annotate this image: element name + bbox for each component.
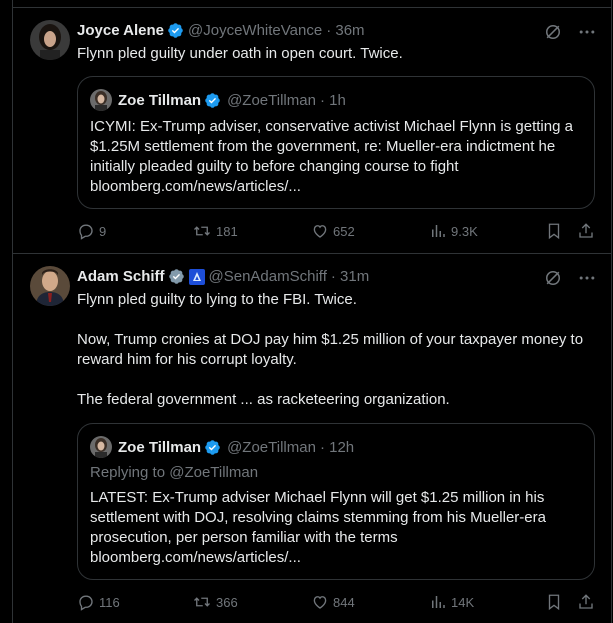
quoted-tweet[interactable]: Zoe Tillman @ZoeTillman · 1h ICYMI: Ex-T… — [77, 76, 595, 209]
author-handle: @ZoeTillman — [227, 438, 316, 456]
action-bar: 116 366 844 14K — [77, 593, 599, 613]
author-name: Zoe Tillman — [118, 438, 202, 456]
tweet-text: Flynn pled guilty under oath in open cou… — [77, 44, 595, 64]
verified-badge-icon — [168, 269, 184, 284]
author-handle[interactable]: @SenAdamSchiff — [209, 268, 327, 285]
quote-text: LATEST: Ex-Trump adviser Michael Flynn w… — [90, 489, 546, 566]
timestamp: · 12h — [319, 438, 355, 456]
views-button[interactable]: 9.3K — [429, 222, 478, 240]
reply-count: 9 — [99, 223, 107, 239]
more-icon[interactable] — [577, 22, 597, 42]
tweet-paragraph: Now, Trump cronies at DOJ pay him $1.25 … — [77, 331, 584, 368]
verified-badge-icon — [168, 23, 183, 38]
repost-button[interactable]: 366 — [192, 593, 238, 611]
timestamp[interactable]: · 31m — [331, 268, 369, 285]
bookmark-icon — [548, 594, 560, 611]
repost-button[interactable]: 181 — [192, 222, 238, 240]
view-count: 9.3K — [451, 223, 478, 239]
reply-icon — [79, 595, 93, 611]
avatar[interactable] — [30, 266, 70, 306]
views-button[interactable]: 14K — [429, 593, 474, 611]
timestamp: · 1h — [319, 91, 346, 109]
author-handle: @ZoeTillman — [227, 91, 316, 109]
avatar — [90, 436, 112, 458]
quote-header: Zoe Tillman @ZoeTillman · 12h — [90, 436, 354, 458]
quote-header: Zoe Tillman @ZoeTillman · 1h — [90, 89, 346, 111]
views-icon — [432, 596, 445, 608]
verified-badge-icon — [205, 92, 220, 108]
share-icon — [579, 223, 593, 238]
repost-count: 366 — [216, 594, 238, 610]
share-button[interactable] — [577, 593, 599, 611]
author-name: Zoe Tillman — [118, 91, 202, 109]
tweet[interactable]: Joyce Alene @JoyceWhiteVance · 36m Flynn… — [13, 8, 611, 254]
repost-icon — [194, 597, 210, 607]
repost-count: 181 — [216, 223, 238, 239]
header-actions — [543, 268, 597, 288]
quoted-tweet[interactable]: Zoe Tillman @ZoeTillman · 12h Replying t… — [77, 423, 595, 580]
action-bar: 9 181 652 9.3K — [77, 222, 599, 242]
reply-icon — [79, 224, 93, 240]
avatar — [90, 89, 112, 111]
tweet-paragraph: Flynn pled guilty under oath in open cou… — [77, 45, 403, 62]
author-handle[interactable]: @JoyceWhiteVance — [188, 22, 322, 39]
timestamp[interactable]: · 36m — [326, 22, 364, 39]
tweet-paragraph: The federal government ... as racketeeri… — [77, 391, 450, 408]
tweet-header: Adam Schiff @SenAdamSchiff · 31m — [77, 268, 369, 285]
like-icon — [313, 225, 327, 238]
views-icon — [432, 225, 445, 237]
bookmark-button[interactable] — [545, 593, 567, 611]
grok-icon[interactable] — [543, 22, 563, 42]
more-icon[interactable] — [577, 268, 597, 288]
tweet[interactable]: Adam Schiff @SenAdamSchiff · 31m Flynn p… — [13, 254, 611, 623]
reply-button[interactable]: 116 — [77, 593, 120, 611]
reply-button[interactable]: 9 — [77, 222, 106, 240]
avatar[interactable] — [30, 20, 70, 60]
like-icon — [313, 596, 327, 609]
grok-icon[interactable] — [543, 268, 563, 288]
like-button[interactable]: 844 — [311, 593, 355, 611]
reply-count: 116 — [99, 594, 120, 610]
tweet-header: Joyce Alene @JoyceWhiteVance · 36m — [77, 22, 365, 39]
verified-badge-icon — [205, 439, 220, 455]
replying-to: Replying to @ZoeTillman — [90, 464, 259, 481]
timeline-feed: Joyce Alene @JoyceWhiteVance · 36m Flynn… — [12, 0, 612, 623]
like-button[interactable]: 652 — [311, 222, 355, 240]
author-name[interactable]: Adam Schiff — [77, 268, 165, 285]
view-count: 14K — [451, 594, 475, 610]
share-icon — [579, 594, 593, 609]
quote-text: ICYMI: Ex-Trump adviser, conservative ac… — [90, 118, 573, 195]
header-actions — [543, 22, 597, 42]
repost-icon — [194, 226, 210, 236]
author-name[interactable]: Joyce Alene — [77, 22, 164, 39]
like-count: 844 — [333, 594, 355, 610]
like-count: 652 — [333, 223, 355, 239]
share-button[interactable] — [577, 222, 599, 240]
tweet-paragraph: Flynn pled guilty to lying to the FBI. T… — [77, 291, 357, 308]
tweet-text: Flynn pled guilty to lying to the FBI. T… — [77, 290, 595, 410]
bookmark-button[interactable] — [545, 222, 567, 240]
government-badge-icon — [188, 268, 205, 285]
bookmark-icon — [548, 223, 560, 240]
